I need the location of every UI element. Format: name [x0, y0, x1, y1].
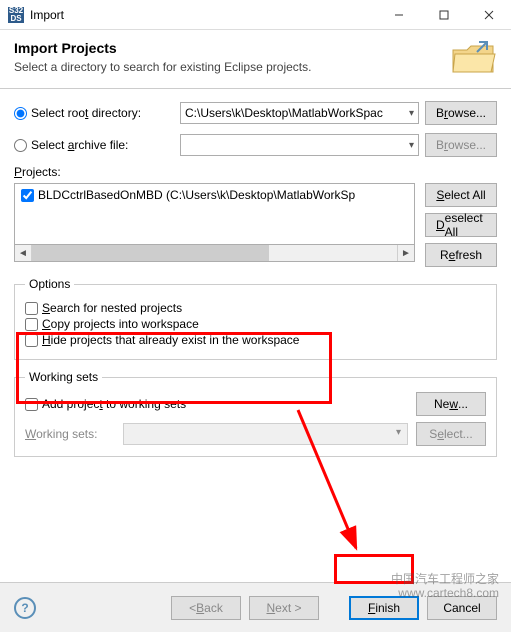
hide-existing-checkbox[interactable]: Hide projects that already exist in the …: [25, 333, 486, 347]
project-item-checkbox[interactable]: [21, 189, 34, 202]
root-directory-combo[interactable]: C:\Users\k\Desktop\MatlabWorkSpac ▾: [180, 102, 419, 124]
search-nested-checkbox[interactable]: Search for nested projects: [25, 301, 486, 315]
help-icon[interactable]: ?: [14, 597, 36, 619]
window-title: Import: [30, 8, 376, 22]
window-buttons: [376, 0, 511, 29]
scroll-right-icon[interactable]: ►: [397, 245, 414, 261]
archive-file-input: ▾: [180, 134, 419, 156]
annotation-box-finish: [334, 554, 414, 584]
banner: Import Projects Select a directory to se…: [0, 30, 511, 89]
options-group: Options Search for nested projects Copy …: [14, 277, 497, 360]
banner-subheading: Select a directory to search for existin…: [14, 60, 497, 74]
close-button[interactable]: [466, 0, 511, 29]
projects-list[interactable]: BLDCctrlBasedOnMBD (C:\Users\k\Desktop\M…: [14, 183, 415, 245]
finish-button[interactable]: Finish: [349, 596, 419, 620]
working-sets-label: Working sets:: [25, 427, 115, 441]
scroll-left-icon[interactable]: ◄: [15, 245, 32, 261]
archive-file-row: Select archive file: ▾ Browse...: [14, 133, 497, 157]
add-to-working-sets-checkbox[interactable]: Add project to working sets: [25, 397, 410, 411]
archive-file-radio[interactable]: Select archive file:: [14, 138, 174, 152]
app-icon: S32 DS: [8, 7, 24, 23]
root-directory-value: C:\Users\k\Desktop\MatlabWorkSpac: [185, 106, 383, 120]
minimize-button[interactable]: [376, 0, 421, 29]
project-item[interactable]: BLDCctrlBasedOnMBD (C:\Users\k\Desktop\M…: [21, 188, 408, 202]
footer: ? < Back Next > Finish Cancel: [0, 582, 511, 632]
back-button: < Back: [171, 596, 241, 620]
deselect-all-button[interactable]: Deselect All: [425, 213, 497, 237]
root-directory-row: Select root directory: C:\Users\k\Deskto…: [14, 101, 497, 125]
browse-archive-button: Browse...: [425, 133, 497, 157]
import-folder-icon: [449, 38, 497, 81]
root-directory-radio-input[interactable]: [14, 107, 27, 120]
browse-root-button[interactable]: Browse...: [425, 101, 497, 125]
banner-heading: Import Projects: [14, 40, 497, 56]
content: Select root directory: C:\Users\k\Deskto…: [0, 89, 511, 457]
cancel-button[interactable]: Cancel: [427, 596, 497, 620]
projects-area: BLDCctrlBasedOnMBD (C:\Users\k\Desktop\M…: [14, 183, 497, 267]
working-sets-select: [123, 423, 408, 445]
options-legend: Options: [25, 277, 74, 291]
new-working-set-button[interactable]: New...: [416, 392, 486, 416]
titlebar: S32 DS Import: [0, 0, 511, 30]
projects-label: Projects:: [14, 165, 497, 179]
root-directory-radio[interactable]: Select root directory:: [14, 106, 174, 120]
chevron-down-icon: ▾: [409, 140, 414, 151]
archive-file-radio-input[interactable]: [14, 139, 27, 152]
working-sets-legend: Working sets: [25, 370, 102, 384]
working-sets-row: Working sets: Select...: [25, 422, 486, 446]
select-working-sets-button: Select...: [416, 422, 486, 446]
project-item-label: BLDCctrlBasedOnMBD (C:\Users\k\Desktop\M…: [38, 188, 355, 202]
chevron-down-icon: ▾: [409, 108, 414, 119]
select-all-button[interactable]: Select All: [425, 183, 497, 207]
next-button: Next >: [249, 596, 319, 620]
copy-projects-checkbox[interactable]: Copy projects into workspace: [25, 317, 486, 331]
projects-scrollbar[interactable]: ◄ ►: [14, 245, 415, 262]
working-sets-group: Working sets Add project to working sets…: [14, 370, 497, 457]
scroll-track[interactable]: [32, 245, 397, 261]
maximize-button[interactable]: [421, 0, 466, 29]
refresh-button[interactable]: Refresh: [425, 243, 497, 267]
scroll-thumb[interactable]: [32, 245, 269, 261]
